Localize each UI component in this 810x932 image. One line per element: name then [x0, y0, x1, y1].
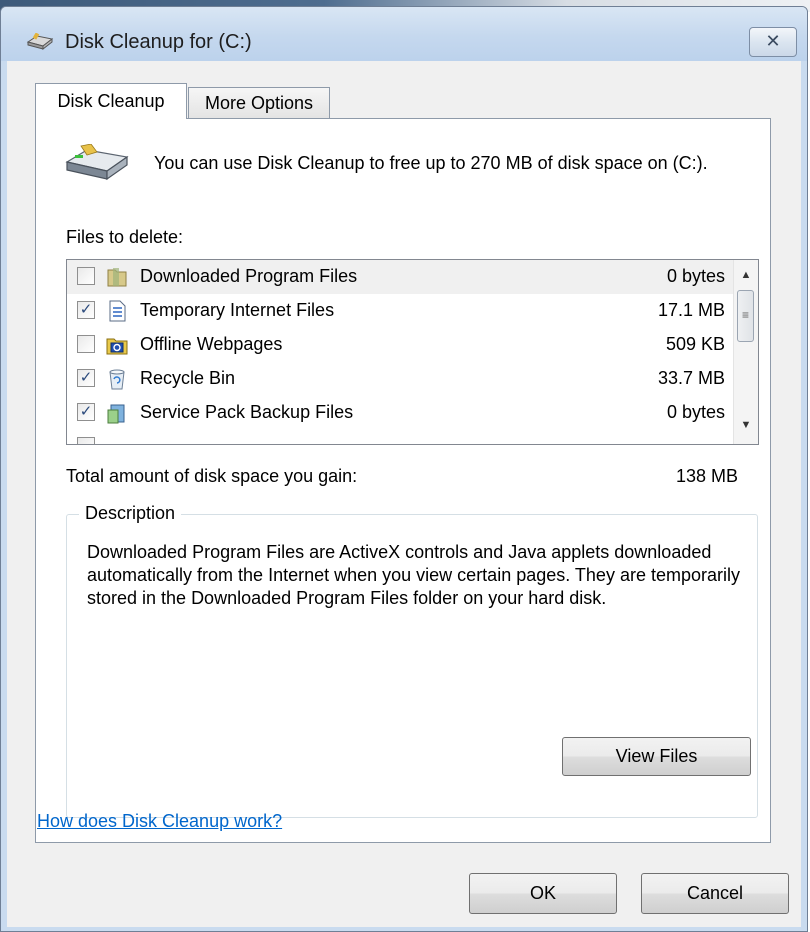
list-item-temporary-internet-files[interactable]: ✓ Temporary Internet Files 17.1 MB: [67, 294, 735, 328]
file-category-size: 0 bytes: [666, 266, 725, 286]
file-category-size: 0 bytes: [666, 402, 725, 422]
list-scrollbar[interactable]: ▲ ≡ ▼: [733, 260, 758, 444]
scroll-thumb[interactable]: ≡: [737, 290, 754, 342]
file-category-name: Recycle Bin: [140, 368, 236, 388]
file-category-name: Offline Webpages: [140, 334, 283, 354]
checkbox[interactable]: ✓: [77, 369, 95, 387]
disk-cleanup-dialog: Disk Cleanup for (C:) ✕ Disk Cleanup Mor…: [0, 6, 808, 932]
checkbox[interactable]: [77, 335, 95, 353]
checkbox[interactable]: [77, 437, 95, 444]
file-category-size: 33.7 MB: [657, 368, 725, 388]
drive-cleanup-icon: [65, 144, 129, 181]
scroll-down-arrow-icon[interactable]: ▼: [734, 414, 758, 436]
tab-disk-cleanup[interactable]: Disk Cleanup: [35, 83, 187, 119]
checkbox[interactable]: ✓: [77, 403, 95, 421]
list-item-recycle-bin[interactable]: ✓ Recycle Bin 33.7 MB: [67, 362, 735, 396]
title-bar[interactable]: Disk Cleanup for (C:) ✕: [1, 7, 807, 61]
ok-button[interactable]: OK: [469, 873, 617, 914]
service-pack-icon: [107, 404, 125, 424]
total-space-value: 138 MB: [675, 466, 738, 486]
total-space-label: Total amount of disk space you gain:: [66, 466, 358, 486]
recycle-bin-icon: [109, 369, 125, 390]
file-category-name: Service Pack Backup Files: [140, 402, 354, 422]
file-category-size: 17.1 MB: [657, 300, 725, 320]
scroll-up-arrow-icon[interactable]: ▲: [734, 264, 758, 286]
description-legend: Description: [79, 503, 182, 524]
folder-icon: [107, 268, 127, 287]
close-button[interactable]: ✕: [749, 27, 797, 57]
file-category-size: 509 KB: [665, 334, 725, 354]
view-files-button[interactable]: View Files: [562, 737, 751, 776]
file-category-name: Downloaded Program Files: [140, 266, 358, 286]
list-item-downloaded-program-files[interactable]: Downloaded Program Files 0 bytes: [67, 260, 735, 294]
dialog-client-area: Disk Cleanup More Options You can use Di…: [7, 61, 801, 927]
checkbox[interactable]: [77, 267, 95, 285]
files-to-delete-list[interactable]: Downloaded Program Files 0 bytes ✓ Tempo…: [66, 259, 759, 445]
offline-webpages-icon: [106, 338, 128, 355]
description-group: Description Downloaded Program Files are…: [66, 503, 758, 818]
file-category-name: Temporary Internet Files: [140, 300, 335, 320]
help-link[interactable]: How does Disk Cleanup work?: [37, 811, 282, 832]
list-item-service-pack-backup-files[interactable]: ✓ Service Pack Backup Files 0 bytes: [67, 396, 735, 430]
window-title: Disk Cleanup for (C:): [65, 31, 252, 53]
list-item-partial[interactable]: [67, 430, 735, 444]
intro-text: You can use Disk Cleanup to free up to 2…: [154, 153, 708, 173]
tab-label: Disk Cleanup: [57, 91, 165, 111]
cancel-button[interactable]: Cancel: [641, 873, 789, 914]
tab-more-options[interactable]: More Options: [188, 87, 330, 119]
document-icon: [109, 300, 126, 322]
tab-label: More Options: [204, 93, 314, 113]
close-icon: ✕: [765, 31, 781, 51]
list-item-offline-webpages[interactable]: Offline Webpages 509 KB: [67, 328, 735, 362]
files-to-delete-label: Files to delete:: [66, 227, 184, 247]
description-text: Downloaded Program Files are ActiveX con…: [87, 542, 740, 608]
disk-cleanup-icon: [26, 33, 54, 51]
tab-panel: You can use Disk Cleanup to free up to 2…: [35, 118, 771, 843]
checkbox[interactable]: ✓: [77, 301, 95, 319]
